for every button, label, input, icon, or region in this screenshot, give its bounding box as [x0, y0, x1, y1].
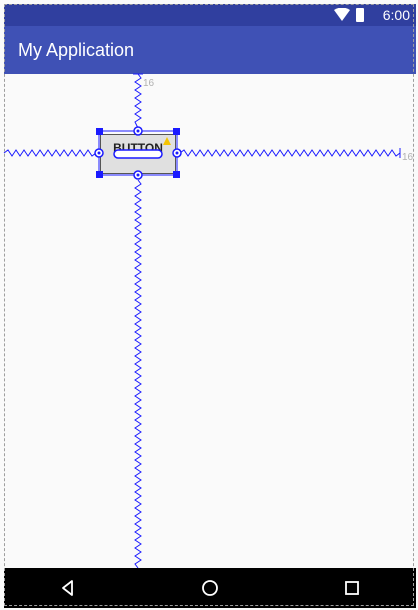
resize-handle-bottom-left[interactable] — [96, 171, 103, 178]
resize-handle-top-left[interactable] — [96, 128, 103, 135]
resize-handle-bottom-right[interactable] — [173, 171, 180, 178]
back-icon[interactable] — [58, 578, 78, 598]
baseline-handle[interactable] — [113, 149, 163, 159]
end-margin-label: 16 — [402, 152, 414, 163]
recents-icon[interactable] — [342, 578, 362, 598]
resize-handle-top-right[interactable] — [173, 128, 180, 135]
navigation-bar — [4, 568, 416, 608]
home-icon[interactable] — [200, 578, 220, 598]
top-margin-label: 16 — [143, 78, 155, 89]
selection-handles — [94, 126, 182, 180]
warning-icon[interactable] — [163, 137, 171, 145]
